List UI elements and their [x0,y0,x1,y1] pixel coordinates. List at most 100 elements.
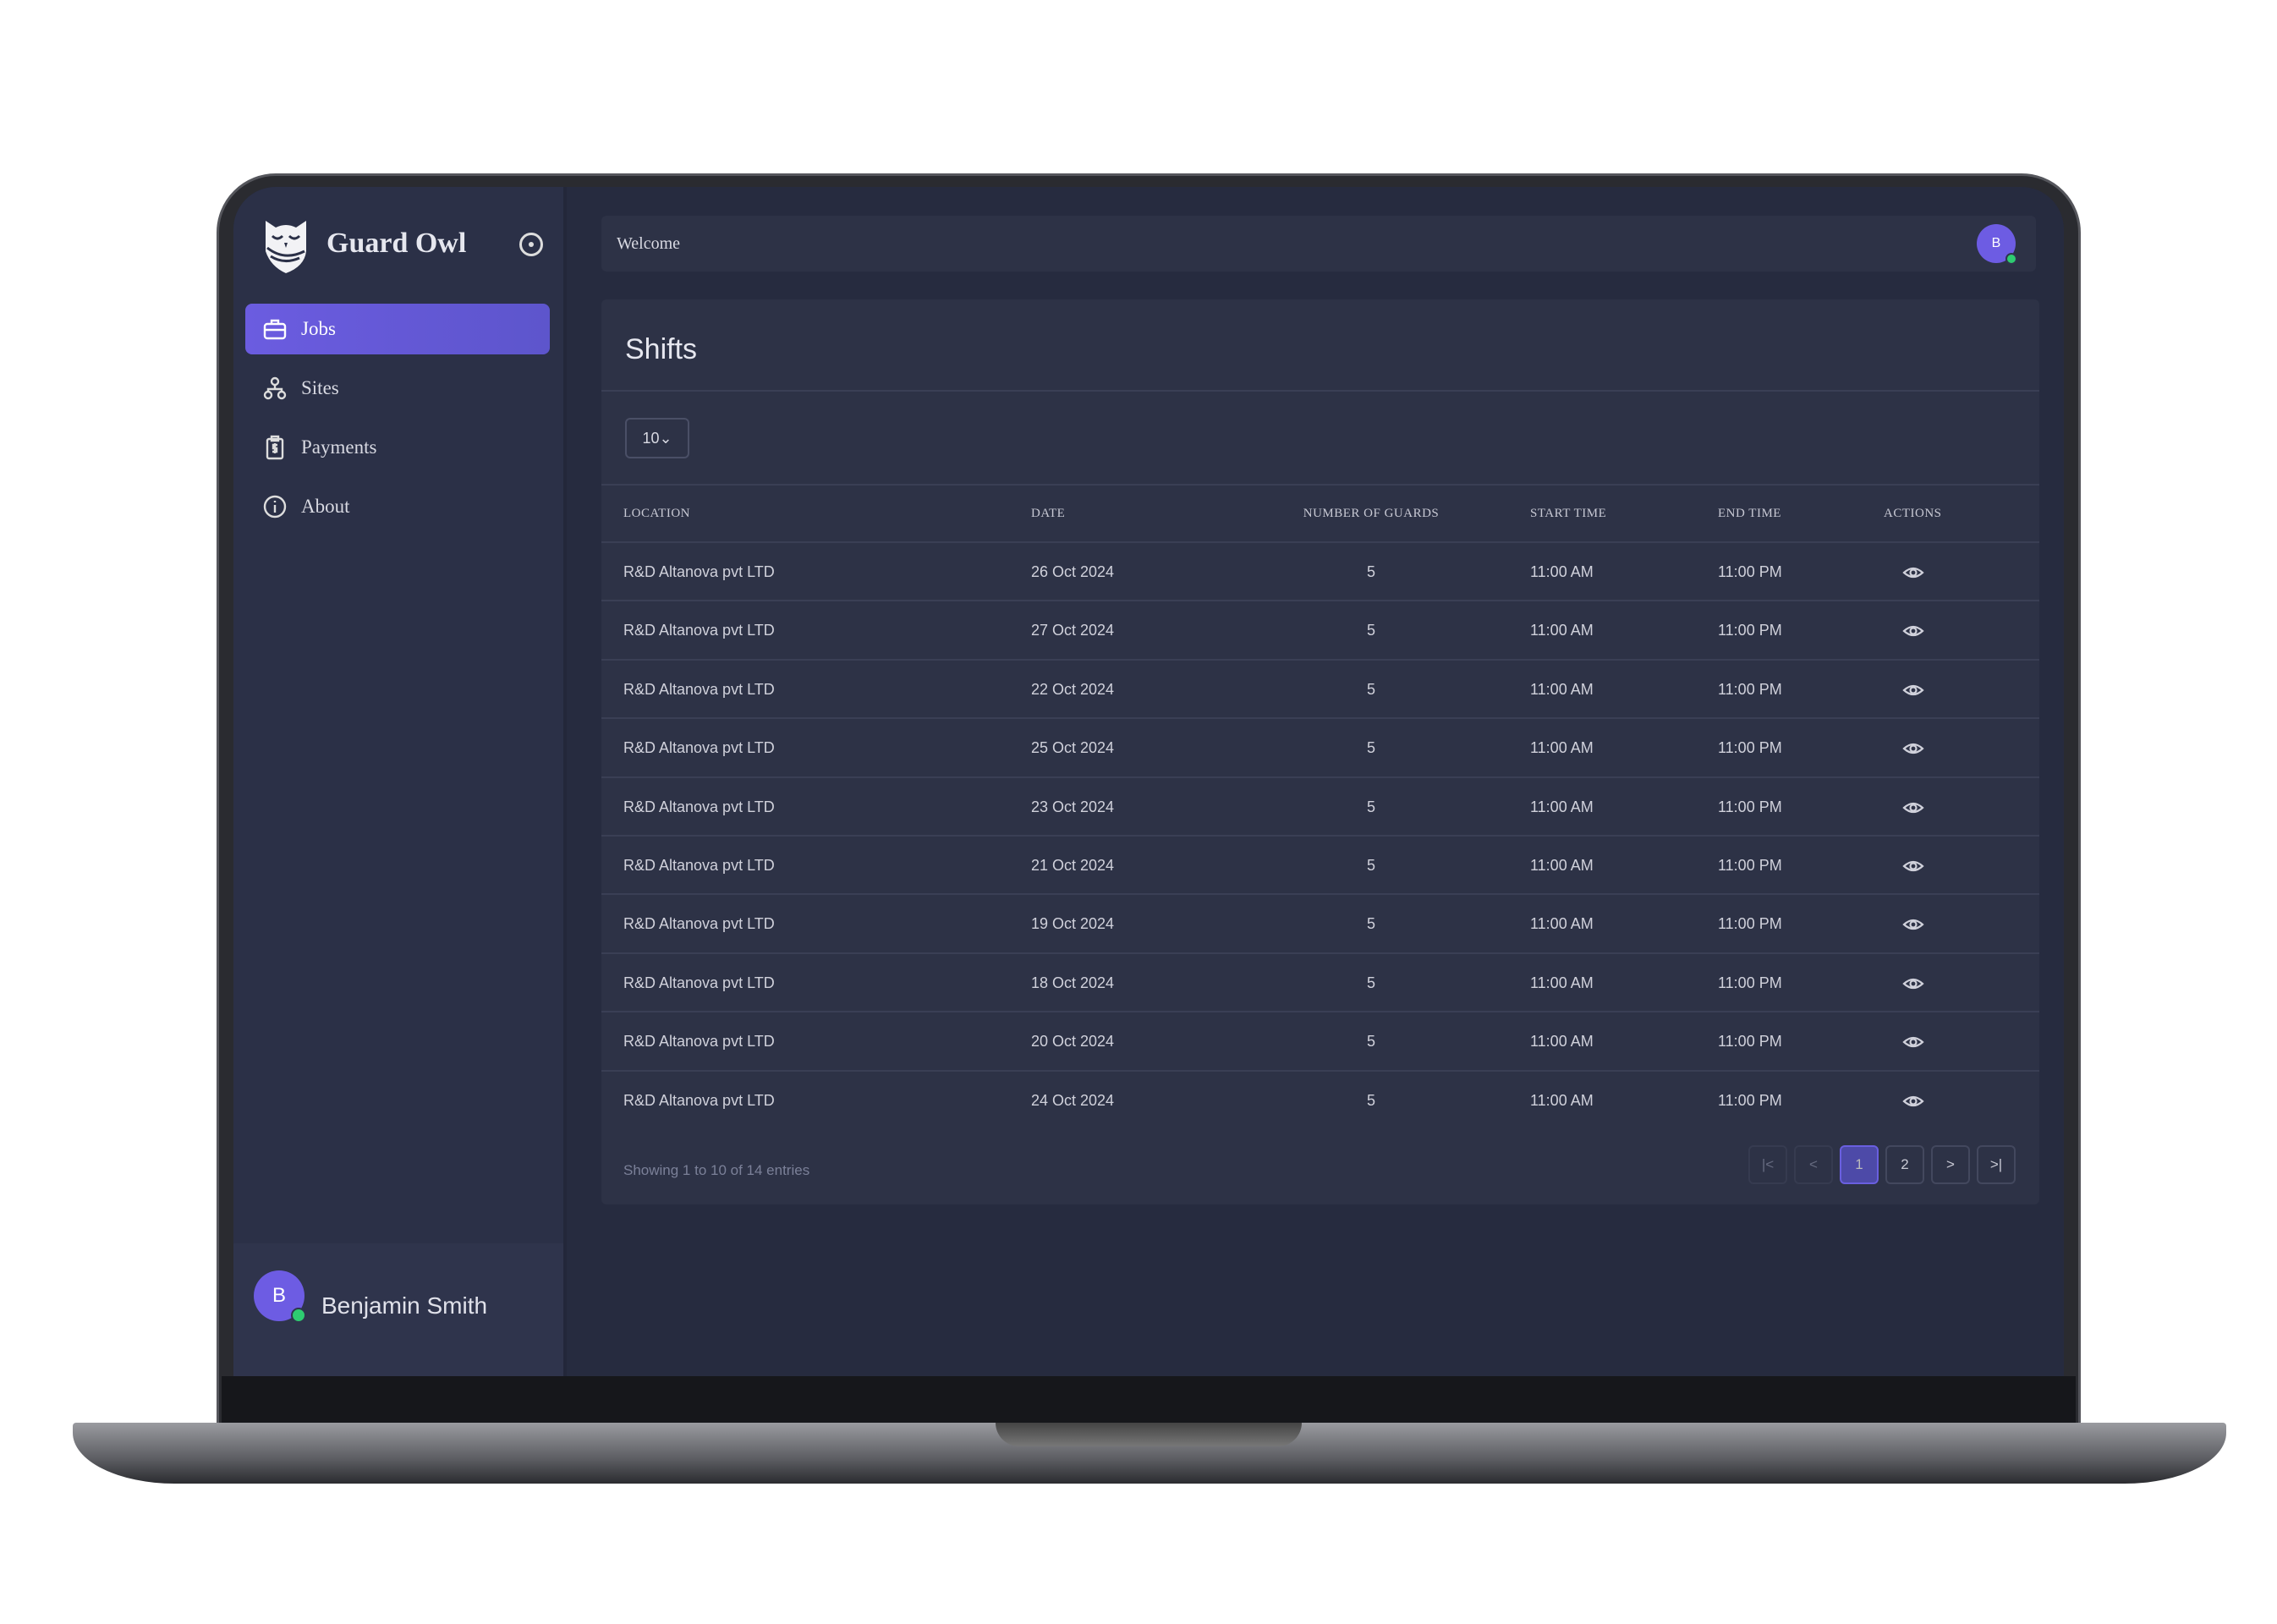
table-row: R&D Altanova pvt LTD 21 Oct 2024 5 11:00 AM… [601,835,2039,893]
brand-name: Guard Owl [326,228,467,259]
sidebar-item-about[interactable]: About [245,481,550,532]
view-eye-icon[interactable] [1902,738,1924,760]
page-2-button[interactable]: 2 [1885,1145,1924,1184]
table-row: R&D Altanova pvt LTD 24 Oct 2024 5 11:00 AM… [601,1069,2039,1128]
cell-date: 27 Oct 2024 [1031,622,1115,639]
cell-guards: 5 [1366,739,1376,757]
sidebar-item-label: Sites [301,377,339,398]
sidebar-item-label: About [301,496,350,517]
cell-location: R&D Altanova pvt LTD [623,974,775,991]
laptop-notch [996,1423,1302,1446]
cell-end-time: 11:00 PM [1718,798,1782,815]
sidebar-item-payments[interactable]: Payments [245,422,550,473]
view-eye-icon[interactable] [1902,620,1924,642]
chevron-down-icon: ⌄ [659,429,672,447]
cell-location: R&D Altanova pvt LTD [623,1033,775,1051]
cell-date: 21 Oct 2024 [1031,857,1115,874]
view-eye-icon[interactable] [1902,973,1924,995]
cell-end-time: 11:00 PM [1718,622,1782,639]
cell-date: 26 Oct 2024 [1031,563,1115,580]
cell-end-time: 11:00 PM [1718,915,1782,933]
briefcase-icon [263,319,287,340]
next-page-button[interactable]: > [1931,1145,1970,1184]
cell-location: R&D Altanova pvt LTD [623,798,775,815]
sidebar-user[interactable]: B Benjamin Smith [233,1243,563,1376]
table-row: R&D Altanova pvt LTD 25 Oct 2024 5 11:00 AM… [601,717,2039,776]
cell-date: 22 Oct 2024 [1031,680,1115,698]
cell-date: 20 Oct 2024 [1031,1033,1115,1051]
cell-guards: 5 [1366,563,1376,580]
view-eye-icon[interactable] [1902,797,1924,819]
laptop-bezel [222,1376,2076,1424]
divider [601,484,2039,486]
sidebar-item-jobs[interactable]: Jobs [245,304,550,354]
sidebar-item-label: Payments [301,436,377,458]
entries-info: Showing 1 to 10 of 14 entries [623,1162,810,1178]
column-header-date[interactable]: DATE [1031,507,1065,521]
view-eye-icon[interactable] [1902,679,1924,701]
cell-end-time: 11:00 PM [1718,974,1782,991]
cell-location: R&D Altanova pvt LTD [623,857,775,874]
cell-end-time: 11:00 PM [1718,563,1782,580]
shifts-card: Shifts 10 ⌄ LOCATION DATE NUMBER OF GUARD… [601,299,2039,1204]
column-header-guards[interactable]: NUMBER OF GUARDS [1303,507,1440,521]
cell-guards: 5 [1366,1091,1376,1109]
view-eye-icon[interactable] [1902,1090,1924,1112]
divider [601,390,2039,392]
cell-date: 23 Oct 2024 [1031,798,1115,815]
page-size-select[interactable]: 10 ⌄ [625,418,689,458]
cell-guards: 5 [1366,680,1376,698]
clipboard-dollar-icon [266,435,284,460]
view-eye-icon[interactable] [1902,1031,1924,1053]
cell-date: 19 Oct 2024 [1031,915,1115,933]
table-row: R&D Altanova pvt LTD 22 Oct 2024 5 11:00 AM… [601,658,2039,717]
cell-date: 24 Oct 2024 [1031,1091,1115,1109]
cell-location: R&D Altanova pvt LTD [623,680,775,698]
cell-start-time: 11:00 AM [1530,622,1594,639]
user-name: Benjamin Smith [321,1292,488,1319]
cell-location: R&D Altanova pvt LTD [623,915,775,933]
column-header-start-time[interactable]: START TIME [1530,507,1606,521]
cell-location: R&D Altanova pvt LTD [623,563,775,580]
view-eye-icon[interactable] [1902,914,1924,935]
prev-page-button[interactable]: < [1794,1145,1833,1184]
cell-end-time: 11:00 PM [1718,739,1782,757]
sitemap-icon [263,376,287,400]
cell-start-time: 11:00 AM [1530,798,1594,815]
cell-start-time: 11:00 AM [1530,974,1594,991]
cell-date: 18 Oct 2024 [1031,974,1115,991]
cell-date: 25 Oct 2024 [1031,739,1115,757]
cell-start-time: 11:00 AM [1530,680,1594,698]
sidebar: Guard Owl Jobs Sites Payments About B Be… [233,187,567,1376]
column-header-end-time[interactable]: END TIME [1718,507,1781,521]
owl-logo-icon [266,221,306,273]
page-1-button[interactable]: 1 [1840,1145,1879,1184]
cell-location: R&D Altanova pvt LTD [623,739,775,757]
online-status-dot [2005,253,2017,265]
column-header-location[interactable]: LOCATION [623,507,690,521]
top-bar: Welcome B [601,216,2036,272]
last-page-button[interactable]: >| [1977,1145,2016,1184]
first-page-button[interactable]: |< [1748,1145,1787,1184]
cell-end-time: 11:00 PM [1718,1091,1782,1109]
column-header-actions: ACTIONS [1884,507,1942,520]
info-icon [263,495,287,518]
cell-guards: 5 [1366,915,1376,933]
view-eye-icon[interactable] [1902,562,1924,584]
table-row: R&D Altanova pvt LTD 27 Oct 2024 5 11:00 AM… [601,600,2039,658]
sidebar-toggle-button[interactable] [519,233,543,256]
sidebar-item-sites[interactable]: Sites [245,363,550,414]
cell-end-time: 11:00 PM [1718,1033,1782,1051]
table-row: R&D Altanova pvt LTD 19 Oct 2024 5 11:00 AM… [601,893,2039,952]
table-row: R&D Altanova pvt LTD 20 Oct 2024 5 11:00 AM… [601,1011,2039,1069]
cell-guards: 5 [1366,798,1376,815]
cell-location: R&D Altanova pvt LTD [623,1091,775,1109]
cell-end-time: 11:00 PM [1718,680,1782,698]
view-eye-icon[interactable] [1902,855,1924,877]
cell-start-time: 11:00 AM [1530,739,1594,757]
cell-start-time: 11:00 AM [1530,915,1594,933]
cell-start-time: 11:00 AM [1530,857,1594,874]
table-row: R&D Altanova pvt LTD 23 Oct 2024 5 11:00 AM… [601,776,2039,835]
cell-start-time: 11:00 AM [1530,1033,1594,1051]
app-screen: Guard Owl Jobs Sites Payments About B Be… [233,187,2064,1376]
